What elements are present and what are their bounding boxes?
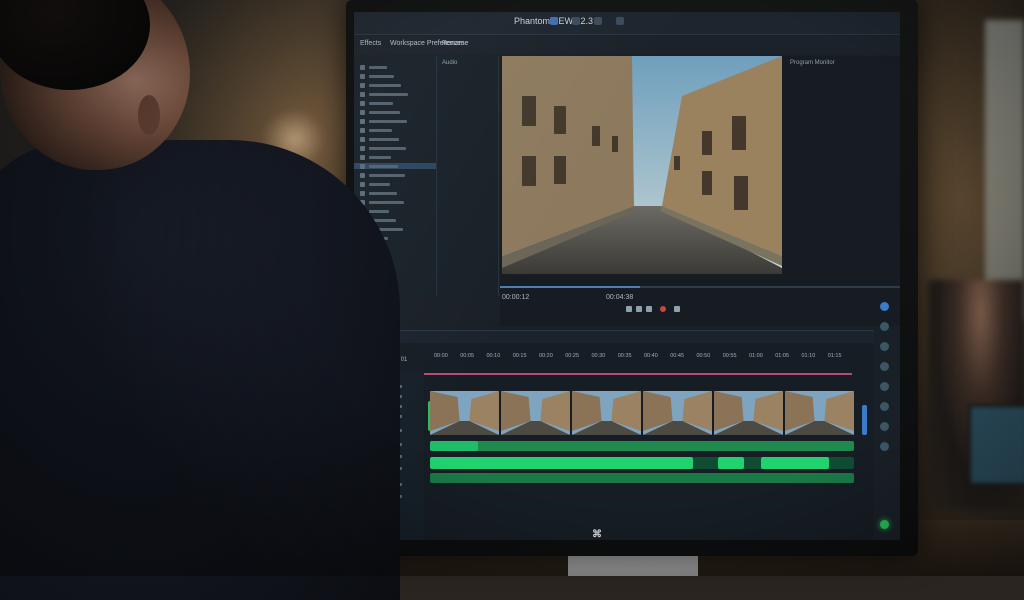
audio-clip-a3[interactable] [430,473,854,483]
background-monitor [968,404,1024,486]
video-thumbnail [714,391,783,435]
ruler-tick-label: 00:50 [696,353,711,359]
record-icon[interactable] [660,306,666,312]
ruler-tick-label: 00:15 [512,353,527,359]
audio-segment[interactable] [718,457,744,469]
timeline-panel: Sequence 01 00:0000:0500:1000:1500:2000:… [354,330,874,540]
panel-icon[interactable] [616,17,624,25]
person-shoulders [0,140,400,600]
ruler-tick-label: 00:10 [486,353,501,359]
timeline-scroll-handle[interactable] [862,405,867,435]
ruler-tick-label: 00:05 [460,353,475,359]
tool-slip-icon[interactable] [880,382,889,391]
tool-pen-icon[interactable] [880,402,889,411]
tool-razor-icon[interactable] [880,362,889,371]
audio-panel: Audio [438,56,499,296]
window-icon[interactable] [594,17,602,25]
monitor-logo: ⌘ [592,529,602,540]
ruler-tick-label: 01:00 [749,353,763,359]
tool-hand-icon[interactable] [880,422,889,431]
ruler-tick-label: 00:20 [539,353,553,359]
program-monitor: Program Monitor 00:00:12 00:04:38 [500,56,900,326]
menu-bar: Effects Workspace Preferences Rename [354,36,900,54]
audio-segment[interactable] [430,457,693,469]
timecode-current: 00:00:12 [502,294,530,301]
scrub-progress [500,286,640,288]
ruler-tick-label: 01:15 [827,353,842,359]
street-preview-image [502,56,782,274]
video-thumbnail [785,391,854,435]
audio-clip-a2[interactable] [430,457,854,469]
tool-select-icon[interactable] [880,302,889,311]
transport-bar: 00:00:12 00:04:38 [500,278,900,322]
ruler-tick-label: 00:30 [591,353,606,359]
ruler-tick-label: 00:25 [565,353,580,359]
ruler-tick-label: 00:40 [644,353,658,359]
step-back-icon[interactable] [626,306,632,312]
ruler-tick-label: 00:55 [722,353,737,359]
video-thumbnail [430,391,499,435]
audio-clip-a1[interactable] [430,441,854,451]
ruler-tick-label: 00:35 [617,353,632,359]
step-forward-icon[interactable] [646,306,652,312]
background-window [985,20,1024,320]
ruler-tick-label: 00:45 [670,353,685,359]
editor-screen: PhantomVIEW 12.3 Effects Workspace Prefe… [354,12,900,540]
video-thumbnail [572,391,641,435]
timeline-header [354,331,874,343]
foreground-person [0,0,400,600]
layout-icon[interactable] [572,17,580,25]
right-toolbar [874,122,896,540]
play-icon[interactable] [636,306,642,312]
preview-frame [502,56,782,274]
person-ear [138,95,160,135]
scrub-bar[interactable] [500,286,900,288]
audio-clip-a1-head [430,441,478,451]
video-clip-strip[interactable] [430,391,854,435]
tool-ripple-icon[interactable] [880,342,889,351]
timecode-duration: 00:04:38 [606,294,634,301]
tool-track-icon[interactable] [880,322,889,331]
status-indicator-icon[interactable] [880,520,889,529]
title-bar: PhantomVIEW 12.3 [354,12,900,35]
ruler-tick-label: 00:00 [434,353,448,359]
ruler-tick-label: 01:10 [801,353,816,359]
grid-icon[interactable] [550,17,558,25]
video-thumbnail [501,391,570,435]
playhead[interactable] [412,373,852,375]
audio-panel-label: Audio [442,60,458,66]
tool-type-icon[interactable] [880,442,889,451]
marker-icon[interactable] [674,306,680,312]
video-thumbnail [643,391,712,435]
timeline-ruler[interactable]: 00:00 00:05 00:10 00:15 00:20 00:25 00:30 00:35… [434,353,854,369]
program-monitor-label: Program Monitor [790,60,835,66]
ruler-tick-label: 01:05 [775,353,790,359]
topbar-icons [550,17,624,25]
menu-item-rename[interactable]: Rename [442,40,468,47]
audio-segment[interactable] [760,457,829,469]
